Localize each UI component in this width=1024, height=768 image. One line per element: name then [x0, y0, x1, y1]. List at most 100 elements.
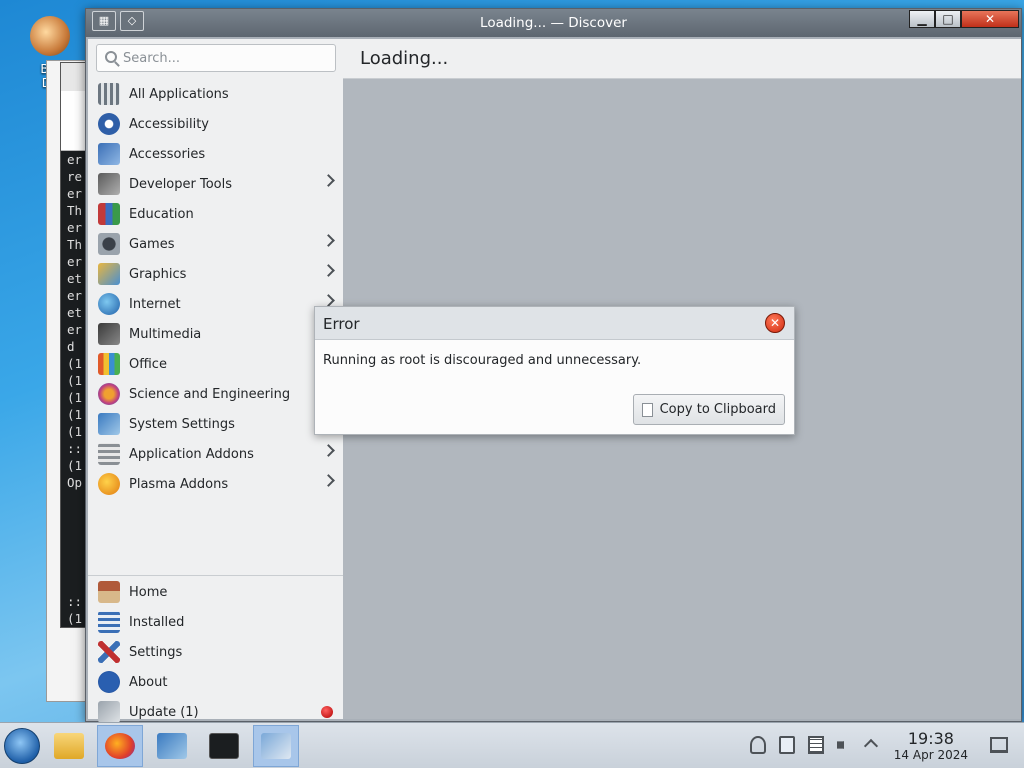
nav-item-label: Home [129, 584, 168, 600]
chevron-right-icon [322, 294, 335, 307]
settings-icon [98, 641, 120, 663]
sidebar-item-label: Education [129, 206, 194, 222]
terminal-line: (1 [67, 373, 83, 388]
graphics-icon [98, 263, 120, 285]
sidebar-item-application-addons[interactable]: Application Addons [88, 439, 343, 469]
office-icon [98, 353, 120, 375]
firefox-icon[interactable] [97, 725, 143, 767]
close-button[interactable]: ✕ [961, 10, 1019, 28]
big-desktop-app-icon [30, 16, 70, 56]
nav-item-label: Update (1) [129, 704, 199, 720]
sidebar-item-all-applications[interactable]: All Applications [88, 79, 343, 109]
nav-item-settings[interactable]: Settings [88, 637, 343, 667]
discover-icon[interactable] [253, 725, 299, 767]
terminal-line: d [67, 339, 75, 354]
nav-item-label: About [129, 674, 168, 690]
terminal-line: re [67, 169, 83, 184]
search-input[interactable] [123, 49, 328, 67]
sidebar-item-label: Office [129, 356, 167, 372]
sidebar-item-label: System Settings [129, 416, 235, 432]
terminal-line: er [67, 220, 83, 235]
terminal-line: et [67, 305, 83, 320]
navigation-list: Home Installed Settings About Update (1) [88, 575, 343, 727]
sidebar-item-label: Accessories [129, 146, 206, 162]
category-list: All Applications Accessibility Accessories… [88, 79, 343, 499]
about-icon [98, 671, 120, 693]
sidebar-item-label: Games [129, 236, 175, 252]
sidebar-item-plasma-addons[interactable]: Plasma Addons [88, 469, 343, 499]
internet-icon [98, 293, 120, 315]
taskbar: 19:38 14 Apr 2024 [0, 722, 1024, 768]
terminal-line: (1 [67, 356, 83, 371]
sidebar-item-label: Multimedia [129, 326, 202, 342]
terminal-line: er [67, 288, 83, 303]
sidebar-item-label: Developer Tools [129, 176, 233, 192]
sidebar-item-education[interactable]: Education [88, 199, 343, 229]
sidebar-item-label: Application Addons [129, 446, 254, 462]
sidebar-item-label: All Applications [129, 86, 229, 102]
terminal-line: :: [67, 441, 83, 456]
terminal-line: et [67, 271, 83, 286]
update-icon [98, 701, 120, 723]
sidebar-item-graphics[interactable]: Graphics [88, 259, 343, 289]
sidebar-item-accessories[interactable]: Accessories [88, 139, 343, 169]
nav-item-installed[interactable]: Installed [88, 607, 343, 637]
home-icon [98, 581, 120, 603]
sidebar-item-system-settings[interactable]: System Settings [88, 409, 343, 439]
nav-item-about[interactable]: About [88, 667, 343, 697]
terminal-line: (1 [67, 407, 83, 422]
tray-expand-icon[interactable] [863, 738, 879, 754]
notes-icon[interactable] [808, 736, 824, 754]
sidebar-item-label: Plasma Addons [129, 476, 229, 492]
dialog-title: Error [323, 315, 360, 333]
minimize-button[interactable]: ▁ [909, 10, 935, 28]
show-desktop-icon[interactable] [990, 737, 1008, 753]
page-title: Loading... [343, 39, 1021, 79]
sidebar-item-developer-tools[interactable]: Developer Tools [88, 169, 343, 199]
copy-button-label: Copy to Clipboard [659, 402, 776, 417]
sidebar-item-accessibility[interactable]: Accessibility [88, 109, 343, 139]
dialog-close-icon[interactable]: ✕ [765, 313, 785, 333]
volume-muted-icon[interactable] [837, 736, 850, 754]
clock[interactable]: 19:38 14 Apr 2024 [893, 730, 968, 763]
alarm-icon[interactable] [750, 736, 766, 754]
copy-to-clipboard-button[interactable]: Copy to Clipboard [632, 394, 785, 425]
system-monitor-icon[interactable] [149, 725, 195, 767]
application-addons-icon [98, 443, 120, 465]
sidebar-item-games[interactable]: Games [88, 229, 343, 259]
accessories-icon [98, 143, 120, 165]
sidebar-item-label: Graphics [129, 266, 187, 282]
terminal-icon[interactable] [201, 725, 247, 767]
window-titlebar[interactable]: ▦ ◇ Loading... — Discover ▁ □ ✕ [86, 9, 1021, 37]
search-box[interactable] [96, 44, 336, 72]
error-dialog: Error ✕ Running as root is discouraged a… [314, 306, 795, 435]
update-badge-icon [321, 706, 333, 718]
sidebar-item-internet[interactable]: Internet [88, 289, 343, 319]
clipboard-icon[interactable] [779, 736, 795, 754]
terminal-line: er [67, 254, 83, 269]
sidebar-item-label: Accessibility [129, 116, 209, 132]
terminal-line: (1 [67, 424, 83, 439]
all-applications-icon [98, 83, 120, 105]
sidebar-item-science-and-engineering[interactable]: Science and Engineering [88, 379, 343, 409]
terminal-line: (1 [67, 390, 83, 405]
sidebar-item-multimedia[interactable]: Multimedia [88, 319, 343, 349]
chevron-right-icon [322, 474, 335, 487]
developer-tools-icon [98, 173, 120, 195]
nav-item-home[interactable]: Home [88, 577, 343, 607]
science-icon [98, 383, 120, 405]
sidebar-item-label: Internet [129, 296, 181, 312]
accessibility-icon [98, 113, 120, 135]
sidebar-item-office[interactable]: Office [88, 349, 343, 379]
games-icon [98, 233, 120, 255]
terminal-line: (1 [67, 611, 83, 626]
system-settings-icon [98, 413, 120, 435]
terminal-line: Th [67, 203, 83, 218]
chevron-right-icon [322, 264, 335, 277]
start-menu-icon[interactable] [4, 728, 40, 764]
file-manager-icon[interactable] [46, 725, 92, 767]
terminal-line: er [67, 152, 83, 167]
clock-date: 14 Apr 2024 [893, 748, 968, 762]
maximize-button[interactable]: □ [935, 10, 961, 28]
nav-item-label: Settings [129, 644, 183, 660]
